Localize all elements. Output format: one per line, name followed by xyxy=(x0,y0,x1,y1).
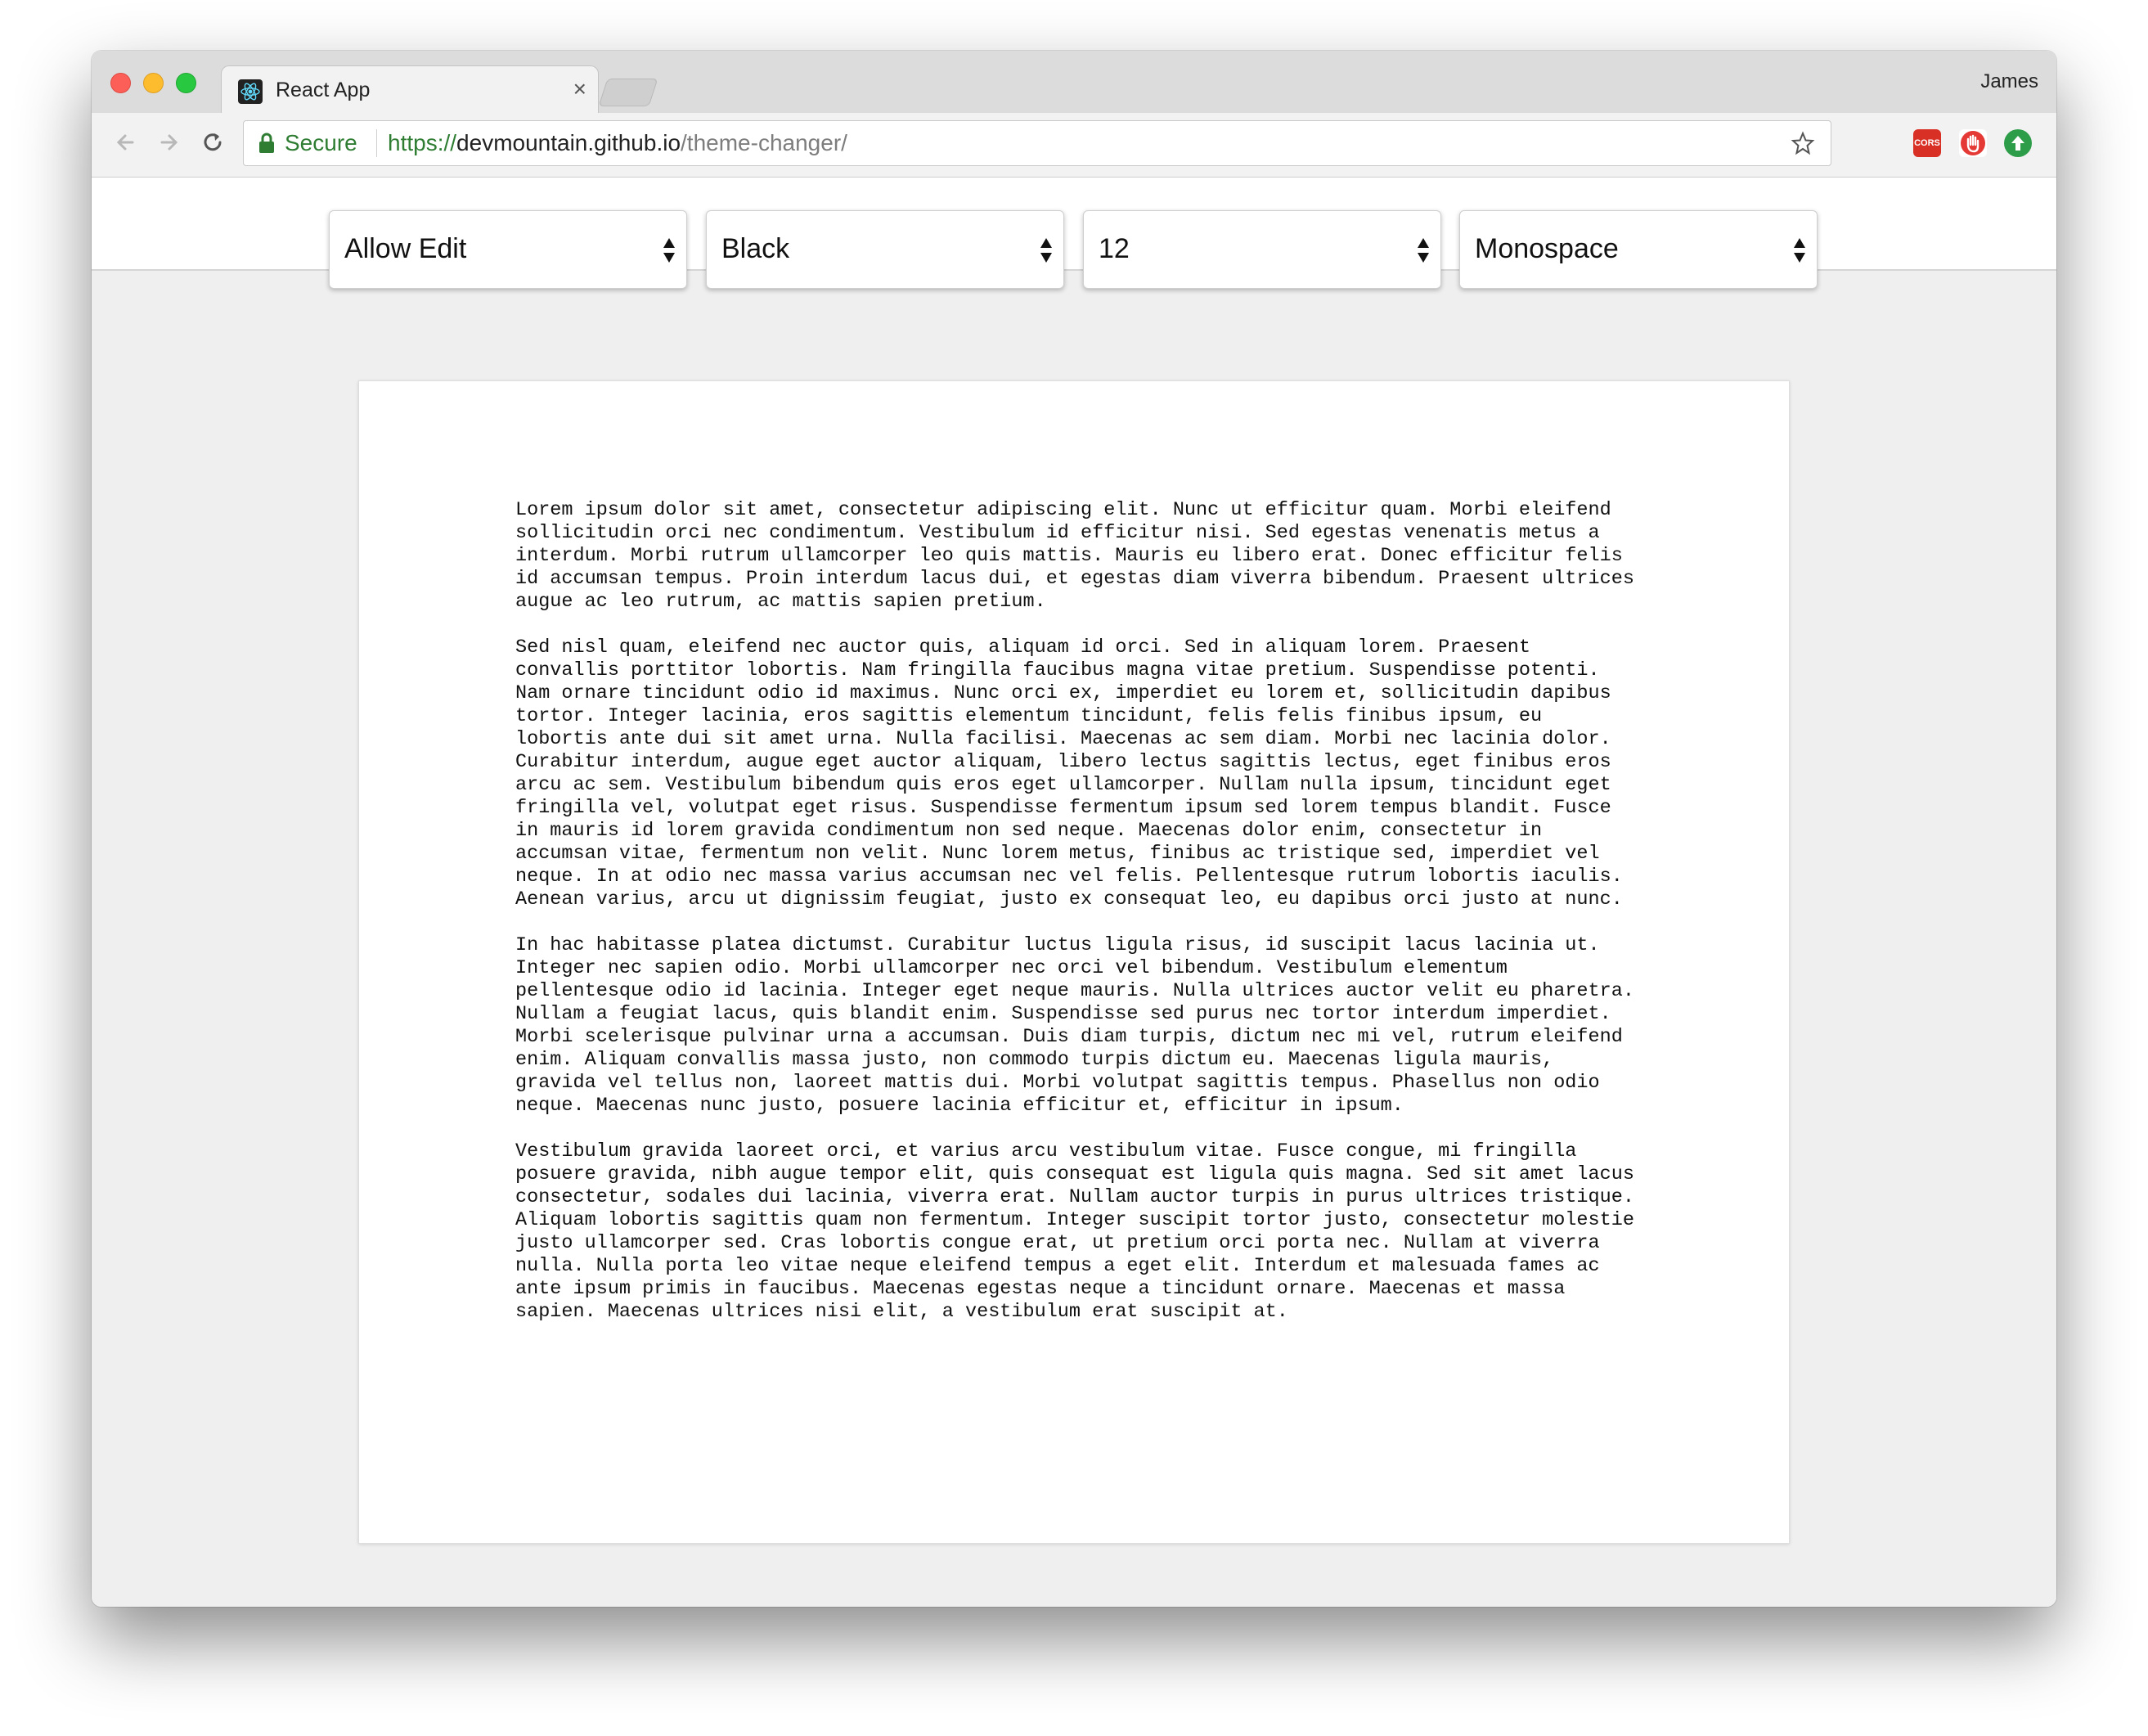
font-family-value: Monospace xyxy=(1475,233,1619,264)
select-arrows-icon xyxy=(1794,238,1805,263)
select-arrows-icon xyxy=(1418,238,1429,263)
reload-icon[interactable] xyxy=(195,124,231,160)
address-divider xyxy=(376,129,377,157)
page-content: Allow Edit Black 12 Monospace Lorem ipsu… xyxy=(92,178,2056,1607)
font-family-select[interactable]: Monospace xyxy=(1459,210,1818,289)
bookmark-star-icon[interactable] xyxy=(1790,130,1816,156)
tab-close-icon[interactable]: × xyxy=(573,76,586,102)
forward-arrow-icon[interactable] xyxy=(151,124,186,160)
theme-controls-bar: Allow Edit Black 12 Monospace xyxy=(92,178,2056,289)
new-tab-button[interactable] xyxy=(598,79,658,106)
maximize-window-button[interactable] xyxy=(176,73,196,93)
color-select[interactable]: Black xyxy=(706,210,1064,289)
back-arrow-icon[interactable] xyxy=(108,124,144,160)
browser-window: React App × James Secure https://devmoun… xyxy=(92,51,2056,1607)
browser-toolbar: Secure https://devmountain.github.io/the… xyxy=(92,113,2056,178)
secure-label: Secure xyxy=(285,130,357,155)
select-arrows-icon xyxy=(1040,238,1052,263)
tab-title: React App xyxy=(276,79,371,101)
paragraph: Lorem ipsum dolor sit amet, consectetur … xyxy=(515,499,1634,613)
edit-mode-select[interactable]: Allow Edit xyxy=(329,210,687,289)
paragraph: In hac habitasse platea dictumst. Curabi… xyxy=(515,934,1634,1117)
minimize-window-button[interactable] xyxy=(143,73,164,93)
color-value: Black xyxy=(721,233,790,264)
profile-name[interactable]: James xyxy=(1980,70,2038,93)
paragraph: Vestibulum gravida laoreet orci, et vari… xyxy=(515,1140,1634,1323)
tab-bar: React App × James xyxy=(92,51,2056,115)
tab-react-app[interactable]: React App × xyxy=(221,65,599,115)
upload-extension-icon[interactable] xyxy=(2004,129,2032,157)
select-arrows-icon xyxy=(663,238,675,263)
address-bar[interactable]: Secure https://devmountain.github.io/the… xyxy=(243,120,1831,166)
text-container: Lorem ipsum dolor sit amet, consectetur … xyxy=(358,380,1790,1544)
close-window-button[interactable] xyxy=(110,73,131,93)
cors-extension-icon[interactable]: CORS xyxy=(1913,129,1941,157)
url-host: devmountain.github.io xyxy=(456,130,681,155)
paragraph: Sed nisl quam, eleifend nec auctor quis,… xyxy=(515,636,1623,911)
hand-extension-icon[interactable] xyxy=(1959,129,1987,157)
font-size-select[interactable]: 12 xyxy=(1083,210,1441,289)
url-path: /theme-changer/ xyxy=(681,130,847,155)
lock-icon xyxy=(257,132,276,155)
react-logo-icon xyxy=(238,79,263,104)
editable-text[interactable]: Lorem ipsum dolor sit amet, consectetur … xyxy=(515,499,1644,1347)
url-text[interactable]: https://devmountain.github.io/theme-chan… xyxy=(388,130,847,156)
url-scheme: https:// xyxy=(388,130,457,155)
font-size-value: 12 xyxy=(1099,233,1130,264)
edit-mode-value: Allow Edit xyxy=(344,233,467,264)
